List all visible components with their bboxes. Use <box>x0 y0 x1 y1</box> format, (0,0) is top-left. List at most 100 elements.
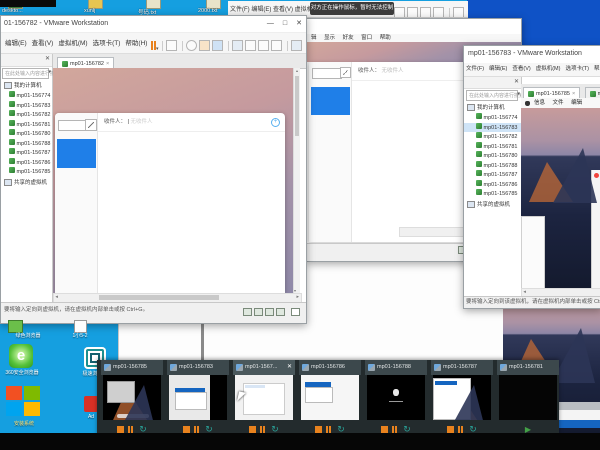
vm-list-item[interactable]: mp01-156788 <box>464 161 521 171</box>
pause-vm-icon[interactable] <box>326 426 333 433</box>
library-search-input[interactable]: 在此处输入内容进行搜索 <box>2 68 49 79</box>
stop-vm-icon[interactable] <box>381 426 388 433</box>
menu-item[interactable]: 虚拟机(M) <box>58 40 87 47</box>
menu-item[interactable]: 编辑(E) <box>5 40 27 47</box>
usb-icon[interactable] <box>276 308 285 316</box>
stop-vm-icon[interactable] <box>183 426 190 433</box>
vm-list-item[interactable]: mp01-156783 <box>1 101 52 111</box>
menu-item[interactable]: 帮助(H) <box>125 40 147 47</box>
background-toolbar-icons[interactable]: ▾ <box>394 4 468 18</box>
vm-list-item[interactable]: mp01-156785 <box>464 189 521 199</box>
stop-vm-icon[interactable] <box>315 426 322 433</box>
desktop-icon-label[interactable]: 360安全浏览器 <box>0 370 44 376</box>
to-field-row[interactable]: 收件人： | 无收件人 + <box>98 113 285 132</box>
vm-list-item[interactable]: mp01-156785 <box>1 167 52 177</box>
app-icon[interactable] <box>8 320 23 333</box>
red-app-icon[interactable] <box>84 396 98 412</box>
fullscreen-icon[interactable] <box>258 40 269 51</box>
vm-display[interactable] <box>521 108 600 288</box>
vm-list-item[interactable]: mp01-156788 <box>1 139 52 149</box>
vm-list-item[interactable]: mp01-156786 <box>464 180 521 190</box>
vm-preview-thumbnail[interactable]: mp01-156785 ↻ <box>101 360 163 437</box>
menu-item[interactable]: 虚拟机(M) <box>536 66 561 72</box>
menu-item[interactable]: 编辑(E) <box>489 66 507 72</box>
vm-preview-thumbnail[interactable]: mp01-156786 ↻ <box>299 360 361 437</box>
preview-image[interactable] <box>433 375 491 420</box>
snapshot-clock-icon[interactable] <box>186 40 197 51</box>
close-button[interactable]: ✕ <box>296 20 302 27</box>
thumbnail-bar-icon[interactable] <box>407 7 418 18</box>
fullscreen-icon[interactable] <box>420 7 431 18</box>
vm-list-item[interactable]: mp01-156781 <box>1 120 52 130</box>
conversation-selected[interactable] <box>311 87 350 115</box>
file-icon[interactable] <box>74 320 87 333</box>
browser-e-icon[interactable]: e <box>9 344 33 368</box>
pause-vm-icon[interactable] <box>392 426 399 433</box>
library-panel-icon[interactable] <box>232 40 243 51</box>
search-dropdown-icon[interactable]: ▾ <box>517 91 520 97</box>
mac-menu-item[interactable]: 好友 <box>343 35 354 41</box>
vm-preview-thumbnail[interactable]: mp01-156788 ↻ <box>365 360 427 437</box>
vm-list-item[interactable]: mp01-156774 <box>1 91 52 101</box>
console-view-icon[interactable] <box>291 40 302 51</box>
menu-item[interactable]: 查看(V) <box>512 66 530 72</box>
vm-list-item[interactable]: mp01-156774 <box>464 113 521 123</box>
vm-preview-thumbnail[interactable]: mp01-156783 ↻ <box>167 360 229 437</box>
vm-list-item[interactable]: mp01-156786 <box>1 158 52 168</box>
tab-close-icon[interactable]: × <box>572 91 575 97</box>
harddisk-icon[interactable] <box>243 308 252 316</box>
preview-image[interactable] <box>103 375 161 420</box>
thumbnail-bar-icon[interactable] <box>245 40 256 51</box>
menu-item[interactable]: 选项卡(T) <box>565 66 589 72</box>
tree-root[interactable]: 我的计算机 <box>464 104 521 113</box>
console-view-icon[interactable] <box>453 7 464 18</box>
title-bar[interactable]: 01-156782 - VMware Workstation —□✕ <box>1 16 306 33</box>
tree-shared[interactable]: 共享的虚拟机 <box>464 201 521 210</box>
search-dropdown-icon[interactable]: ▾ <box>48 69 51 75</box>
stop-vm-icon[interactable] <box>447 426 454 433</box>
library-panel-icon[interactable] <box>394 7 405 18</box>
menu-item[interactable]: 查看(V) <box>32 40 54 47</box>
menu-bar[interactable]: 文件(F)编辑(E)查看(V)虚拟机(M)选项卡(T)帮助(H) <box>464 63 600 77</box>
panel-close-icon[interactable]: ✕ <box>45 55 50 62</box>
mac-menu-item[interactable]: 显示 <box>324 35 335 41</box>
send-ctrl-alt-del-icon[interactable] <box>166 40 177 51</box>
maximize-button[interactable]: □ <box>283 20 287 27</box>
pause-vm-icon[interactable] <box>194 426 201 433</box>
pause-vm-icon[interactable] <box>128 426 135 433</box>
vm-list-item[interactable]: mp01-156781 <box>464 142 521 152</box>
compose-icon[interactable] <box>85 119 97 131</box>
desktop-icon-label[interactable]: 1小5-2 <box>62 333 98 339</box>
unity-icon[interactable] <box>433 7 444 18</box>
preview-image[interactable] <box>499 375 557 420</box>
mac-menu-item[interactable]: 信息 <box>534 100 545 106</box>
preview-image[interactable] <box>169 375 227 420</box>
message-bar-icon[interactable] <box>291 308 300 316</box>
mac-close-button[interactable] <box>594 173 599 178</box>
pause-vm-icon[interactable] <box>458 426 465 433</box>
mac-menu-item[interactable]: 窗口 <box>361 35 372 41</box>
network-icon[interactable] <box>265 308 274 316</box>
mac-menu-item[interactable]: 文件 <box>553 100 564 106</box>
panel-close-icon[interactable]: ✕ <box>514 78 519 85</box>
file-label[interactable]: deskto... <box>2 8 23 14</box>
vm-list-item[interactable]: mp01-156782 <box>464 132 521 142</box>
menu-item[interactable]: 文件(F) <box>466 66 484 72</box>
vertical-scrollbar[interactable]: ▴▾ <box>293 68 300 293</box>
preview-close-icon[interactable]: ✕ <box>287 360 292 375</box>
vm-list-item[interactable]: mp01-156787 <box>464 170 521 180</box>
tree-root[interactable]: 我的计算机 <box>1 82 52 91</box>
tree-shared[interactable]: 共享的虚拟机 <box>1 179 52 188</box>
cdrom-icon[interactable] <box>254 308 263 316</box>
compose-icon[interactable] <box>340 67 351 78</box>
vm-preview-thumbnail[interactable]: mp01-156787 ↻ <box>431 360 493 437</box>
file-label[interactable]: xunlj <box>84 8 95 14</box>
vm-list-item[interactable]: mp01-156787 <box>1 148 52 158</box>
title-bar[interactable]: mp01-156783 - VMware Workstation <box>464 46 600 62</box>
vm-list-item[interactable]: mp01-156780 <box>1 129 52 139</box>
file-label[interactable]: 2000.txt <box>198 8 218 14</box>
background-menu-bar[interactable]: 文件(F) 编辑(E) 查看(V) 虚拟机(M) 选项卡(T) 帮助(H) <box>230 4 312 13</box>
stop-vm-icon[interactable] <box>249 426 256 433</box>
mac-menu-item[interactable]: 编辑 <box>571 100 582 106</box>
conversation-selected[interactable] <box>57 139 96 168</box>
